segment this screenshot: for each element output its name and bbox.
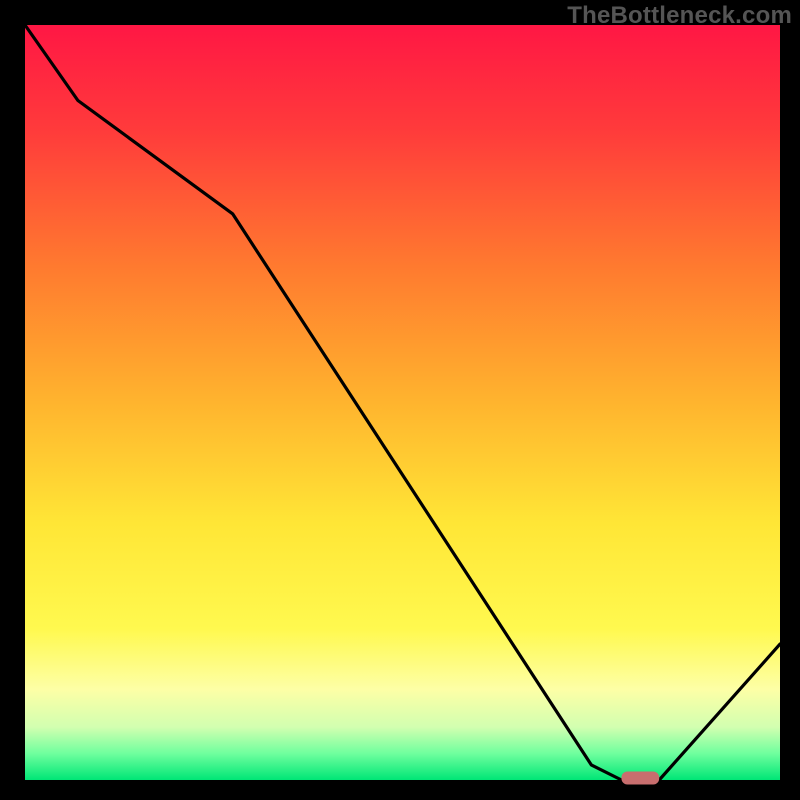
bottleneck-chart: TheBottleneck.com xyxy=(0,0,800,800)
plot-background xyxy=(25,25,780,780)
watermark-text: TheBottleneck.com xyxy=(567,2,792,30)
optimal-marker xyxy=(621,772,659,785)
chart-svg xyxy=(0,0,800,800)
